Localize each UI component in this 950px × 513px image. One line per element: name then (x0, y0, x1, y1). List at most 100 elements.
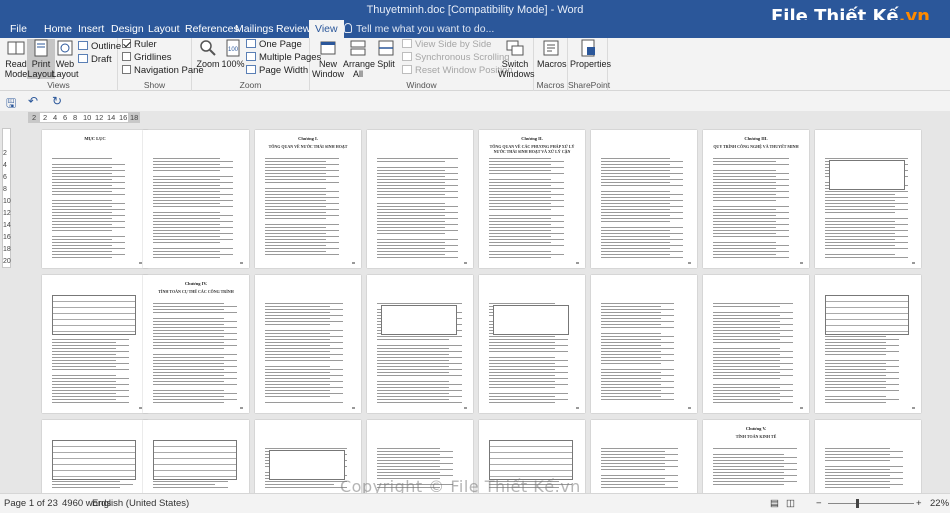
undo-icon[interactable]: ↶ (28, 94, 38, 108)
zoom-level[interactable]: 22% (930, 498, 949, 509)
text-line (377, 170, 445, 171)
page-thumbnail[interactable] (367, 130, 473, 268)
page-thumbnail[interactable] (42, 275, 148, 413)
draft-button[interactable]: Draft (78, 53, 112, 66)
web-layout-button[interactable]: Web Layout (51, 39, 79, 79)
text-line (713, 342, 793, 343)
language-indicator[interactable]: English (United States) (92, 498, 189, 509)
zoom-slider[interactable] (828, 503, 914, 504)
text-line (377, 239, 458, 240)
text-line (489, 378, 568, 379)
text-line (377, 233, 445, 234)
page-thumbnail[interactable]: Chương II. TỔNG QUAN VỀ CÁC PHƯƠNG PHÁP X… (479, 130, 585, 268)
ruler-number: 8 (73, 113, 78, 122)
text-line (825, 158, 908, 159)
page-thumbnail[interactable] (815, 275, 921, 413)
page-thumbnail[interactable] (367, 275, 473, 413)
one-page-button[interactable]: One Page (246, 38, 302, 51)
read-mode-button[interactable]: Read Mode (2, 39, 30, 79)
text-line (377, 345, 462, 346)
document-area[interactable]: MỤC LỤC Chương I. TỔNG QUAN VỀ NƯỚC THẢI S… (12, 124, 950, 493)
zoom-in-button[interactable]: + (916, 498, 922, 509)
page-number (912, 407, 915, 409)
text-line (265, 164, 339, 165)
macros-button[interactable]: Macros (537, 39, 567, 69)
tab-file[interactable]: File (4, 20, 33, 38)
text-line (713, 224, 789, 225)
text-line (825, 396, 886, 397)
text-line (52, 393, 116, 394)
ruler-checkbox[interactable]: Ruler (122, 38, 157, 51)
text-line (601, 161, 683, 162)
text-line (601, 360, 674, 361)
gridlines-checkbox[interactable]: Gridlines (122, 51, 172, 64)
text-line (601, 242, 670, 243)
text-line (825, 366, 899, 367)
ruler-number: 12 (95, 113, 104, 122)
page-thumbnail[interactable] (815, 420, 921, 493)
zoom-button[interactable]: Zoom (194, 39, 222, 69)
page-thumbnail[interactable] (815, 130, 921, 268)
text-line (601, 333, 661, 334)
page-width-button[interactable]: Page Width (246, 64, 308, 77)
page-thumbnail[interactable]: Chương III. QUY TRÌNH CÔNG NGHỆ VÀ THUYẾT… (703, 130, 809, 268)
vruler-number: 20 (3, 258, 11, 265)
tab-view[interactable]: View (309, 20, 344, 38)
switch-windows-button[interactable]: Switch Windows (498, 39, 535, 79)
page-thumbnail[interactable] (591, 130, 697, 268)
page-thumbnail[interactable] (479, 275, 585, 413)
figure-box (829, 160, 905, 190)
focus-mode-icon[interactable]: ▤ (770, 498, 779, 509)
page-thumbnail[interactable] (591, 420, 697, 493)
text-line (265, 448, 347, 449)
page-thumbnail[interactable]: Chương IV. TÍNH TOÁN CỤ THỂ CÁC CÔNG TRÌN… (143, 275, 249, 413)
text-line (489, 179, 551, 180)
tell-me-search[interactable]: Tell me what you want to do... (344, 20, 494, 38)
zoom-out-button[interactable]: − (816, 498, 822, 509)
zoom-slider-thumb[interactable] (856, 499, 859, 508)
vertical-ruler[interactable]: 2 4 6 8 10 12 14 16 18 20 (0, 124, 12, 493)
horizontal-ruler[interactable]: 2 2 4 6 8 10 12 14 16 18 (0, 111, 950, 124)
page-thumbnail[interactable]: MỤC LỤC (42, 130, 148, 268)
text-line (489, 254, 564, 255)
view-side-by-side-button[interactable]: View Side by Side (402, 38, 491, 51)
text-line (713, 182, 776, 183)
redo-icon[interactable]: ↻ (52, 94, 62, 108)
page-count[interactable]: Page 1 of 23 (4, 498, 58, 509)
text-line (377, 366, 449, 367)
page-thumbnail[interactable]: Chương V. TÍNH TOÁN KINH TẾ (703, 420, 809, 493)
zoom-100-button[interactable]: 100 100% (219, 39, 247, 69)
text-line (52, 378, 129, 379)
text-line (713, 390, 793, 391)
text-line (489, 363, 555, 364)
text-line (265, 200, 326, 201)
text-line (489, 188, 564, 189)
properties-button[interactable]: Properties (570, 39, 611, 69)
page-thumbnail[interactable] (591, 275, 697, 413)
outline-button[interactable]: Outline (78, 40, 121, 53)
text-line (153, 487, 228, 488)
read-mode-status-icon[interactable]: ◫ (786, 498, 795, 509)
page-thumbnail[interactable] (42, 420, 148, 493)
text-line (713, 463, 797, 464)
page-thumbnail[interactable] (143, 130, 249, 268)
arrange-all-button[interactable]: Arrange All (343, 39, 375, 79)
text-line (265, 248, 339, 249)
text-line (713, 242, 776, 243)
new-window-button[interactable]: New Window (312, 39, 344, 79)
text-line (601, 221, 670, 222)
sync-scroll-icon (402, 52, 412, 61)
reset-window-position-button[interactable]: Reset Window Position (402, 64, 513, 77)
text-line (601, 327, 674, 328)
page-thumbnail[interactable] (703, 275, 809, 413)
split-button[interactable]: Split (372, 39, 400, 69)
page-thumbnail[interactable] (255, 275, 361, 413)
text-line (713, 378, 780, 379)
text-line (265, 484, 334, 485)
page-heading: Chương III. (744, 136, 768, 141)
synchronous-scrolling-button[interactable]: Synchronous Scrolling (402, 51, 510, 64)
text-line (825, 227, 895, 228)
page-thumbnail[interactable] (143, 420, 249, 493)
text-line (265, 173, 326, 174)
page-thumbnail[interactable]: Chương I. TỔNG QUAN VỀ NƯỚC THẢI SINH HOẠ… (255, 130, 361, 268)
